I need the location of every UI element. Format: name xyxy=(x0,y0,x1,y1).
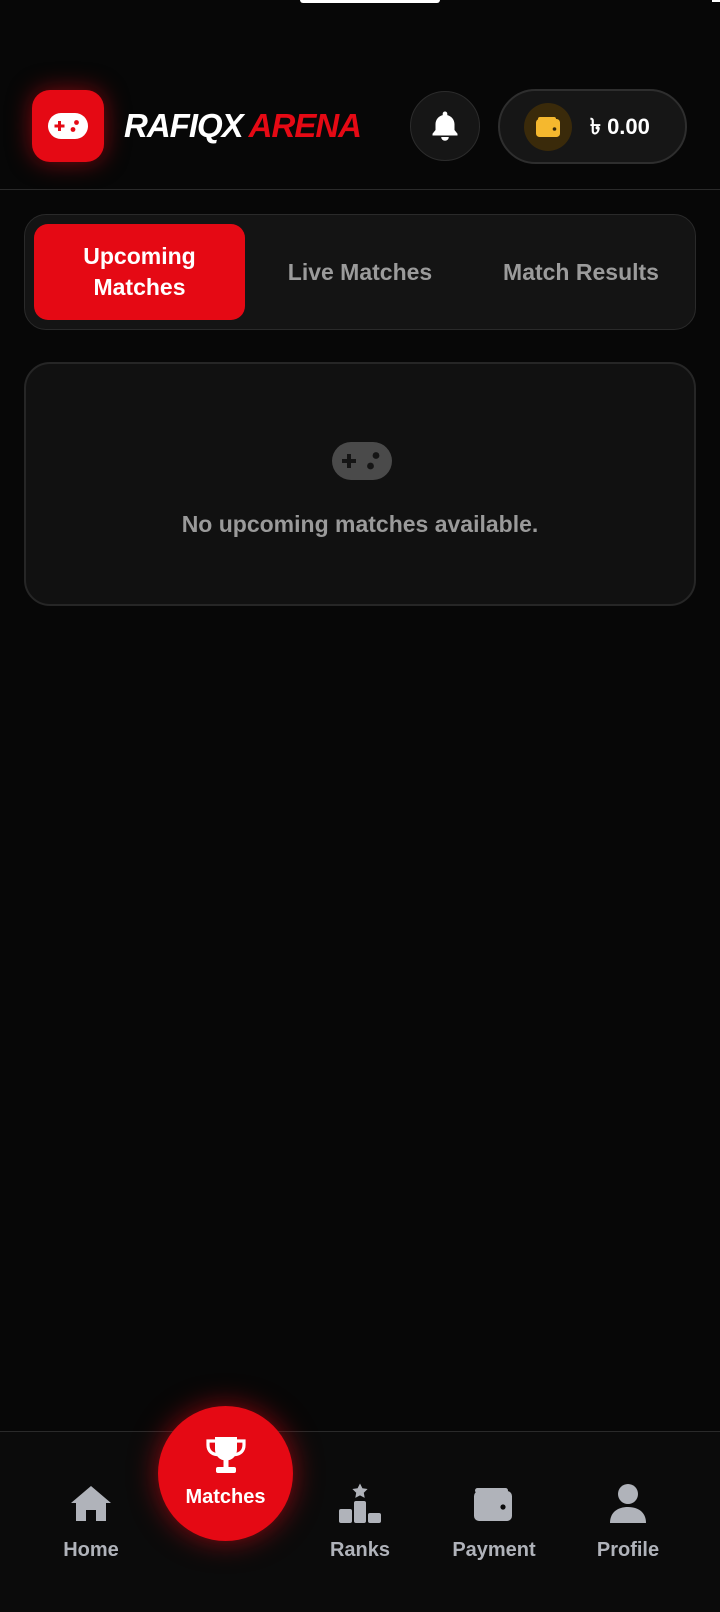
empty-state-card: No upcoming matches available. xyxy=(24,362,696,606)
nav-payment[interactable]: Payment xyxy=(439,1482,549,1563)
wallet-balance-amount: ৳ 0.00 xyxy=(590,114,650,139)
brand-name: RAFIQX ARENA xyxy=(124,104,362,148)
nav-matches[interactable]: Matches xyxy=(158,1406,293,1541)
nav-payment-label: Payment xyxy=(452,1539,536,1561)
empty-state-message: No upcoming matches available. xyxy=(181,511,539,537)
user-icon xyxy=(610,1484,646,1523)
bell-icon xyxy=(432,111,458,141)
podium-icon xyxy=(339,1483,381,1523)
tab-live-matches[interactable]: Live Matches xyxy=(250,224,470,320)
wallet-icon xyxy=(536,117,560,137)
wallet-icon xyxy=(474,1488,512,1521)
nav-ranks[interactable]: Ranks xyxy=(305,1482,415,1563)
tab-match-results[interactable]: Match Results xyxy=(475,224,687,320)
nav-matches-label: Matches xyxy=(185,1486,266,1508)
home-icon xyxy=(71,1486,111,1521)
wallet-icon-badge xyxy=(524,103,572,151)
nav-ranks-label: Ranks xyxy=(329,1539,391,1561)
nav-profile[interactable]: Profile xyxy=(573,1482,683,1563)
nav-home[interactable]: Home xyxy=(36,1482,146,1563)
app-logo[interactable] xyxy=(32,90,104,162)
brand-name-primary: RAFIQX xyxy=(124,107,244,144)
nav-home-label: Home xyxy=(63,1539,119,1561)
tab-upcoming-matches[interactable]: Upcoming Matches xyxy=(34,224,245,320)
notifications-button[interactable] xyxy=(410,91,480,161)
nav-profile-label: Profile xyxy=(596,1539,660,1561)
gamepad-icon xyxy=(332,442,392,480)
wallet-balance-button[interactable]: ৳ 0.00 xyxy=(498,89,687,164)
bottom-navigation: Home Matches Ranks Payment Profile xyxy=(0,1406,720,1612)
app-screen: RAFIQX ARENA ৳ 0.00 Upcoming Matches Live… xyxy=(0,0,720,1612)
match-tabs: Upcoming Matches Live Matches Match Resu… xyxy=(24,214,696,330)
trophy-icon xyxy=(205,1437,246,1473)
brand-name-accent: ARENA xyxy=(248,107,362,144)
gamepad-icon xyxy=(48,113,88,139)
app-header: RAFIQX ARENA ৳ 0.00 xyxy=(0,0,720,190)
